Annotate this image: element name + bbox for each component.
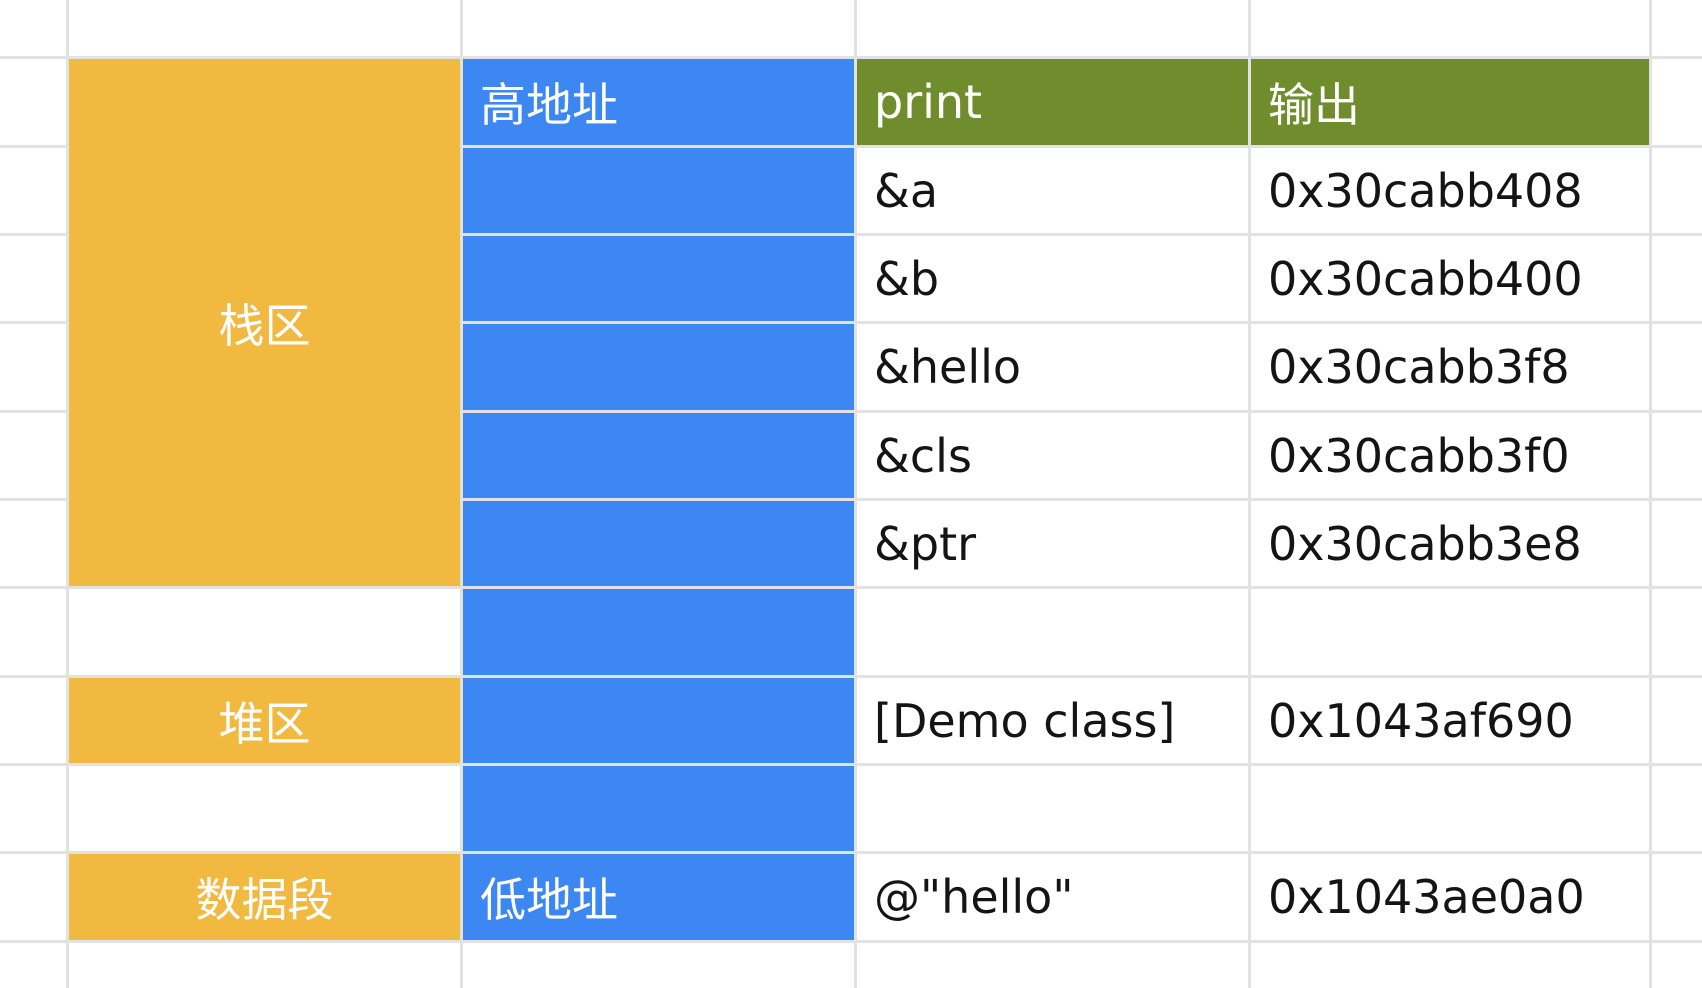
address-cell[interactable] <box>463 324 854 410</box>
header-output[interactable]: 输出 <box>1251 59 1649 145</box>
region-heap[interactable]: 堆区 <box>69 678 460 763</box>
print-cell[interactable] <box>857 589 1248 675</box>
print-cell[interactable]: [Demo class] <box>857 678 1248 763</box>
address-cell[interactable] <box>463 148 854 233</box>
grid-line-vertical <box>1649 0 1652 988</box>
print-cell[interactable]: &a <box>857 148 1248 233</box>
header-print[interactable]: print <box>857 59 1248 145</box>
output-cell[interactable]: 0x30cabb408 <box>1251 148 1649 233</box>
print-cell[interactable]: @"hello" <box>857 854 1248 940</box>
address-cell[interactable] <box>463 678 854 763</box>
address-low-label[interactable]: 低地址 <box>463 854 854 940</box>
print-cell[interactable]: &hello <box>857 324 1248 410</box>
address-high-label[interactable]: 高地址 <box>463 59 854 145</box>
output-cell[interactable] <box>1251 589 1649 675</box>
region-stack[interactable]: 栈区 <box>69 59 460 586</box>
address-cell[interactable] <box>463 766 854 851</box>
address-cell[interactable] <box>463 589 854 675</box>
output-cell[interactable] <box>1251 766 1649 851</box>
output-cell[interactable]: 0x30cabb400 <box>1251 236 1649 321</box>
output-cell[interactable]: 0x1043af690 <box>1251 678 1649 763</box>
region-data-segment[interactable]: 数据段 <box>69 854 460 940</box>
print-cell[interactable] <box>857 766 1248 851</box>
output-cell[interactable]: 0x30cabb3f0 <box>1251 413 1649 498</box>
grid-line-horizontal <box>0 940 1702 943</box>
spreadsheet-grid: 栈区 堆区 数据段 高地址 低地址 print 输出 &a &b &hello … <box>0 0 1702 988</box>
output-cell[interactable]: 0x30cabb3f8 <box>1251 324 1649 410</box>
address-cell[interactable] <box>463 413 854 498</box>
output-cell[interactable]: 0x30cabb3e8 <box>1251 501 1649 586</box>
print-cell[interactable]: &ptr <box>857 501 1248 586</box>
print-cell[interactable]: &b <box>857 236 1248 321</box>
address-cell[interactable] <box>463 501 854 586</box>
address-cell[interactable] <box>463 236 854 321</box>
print-cell[interactable]: &cls <box>857 413 1248 498</box>
output-cell[interactable]: 0x1043ae0a0 <box>1251 854 1649 940</box>
